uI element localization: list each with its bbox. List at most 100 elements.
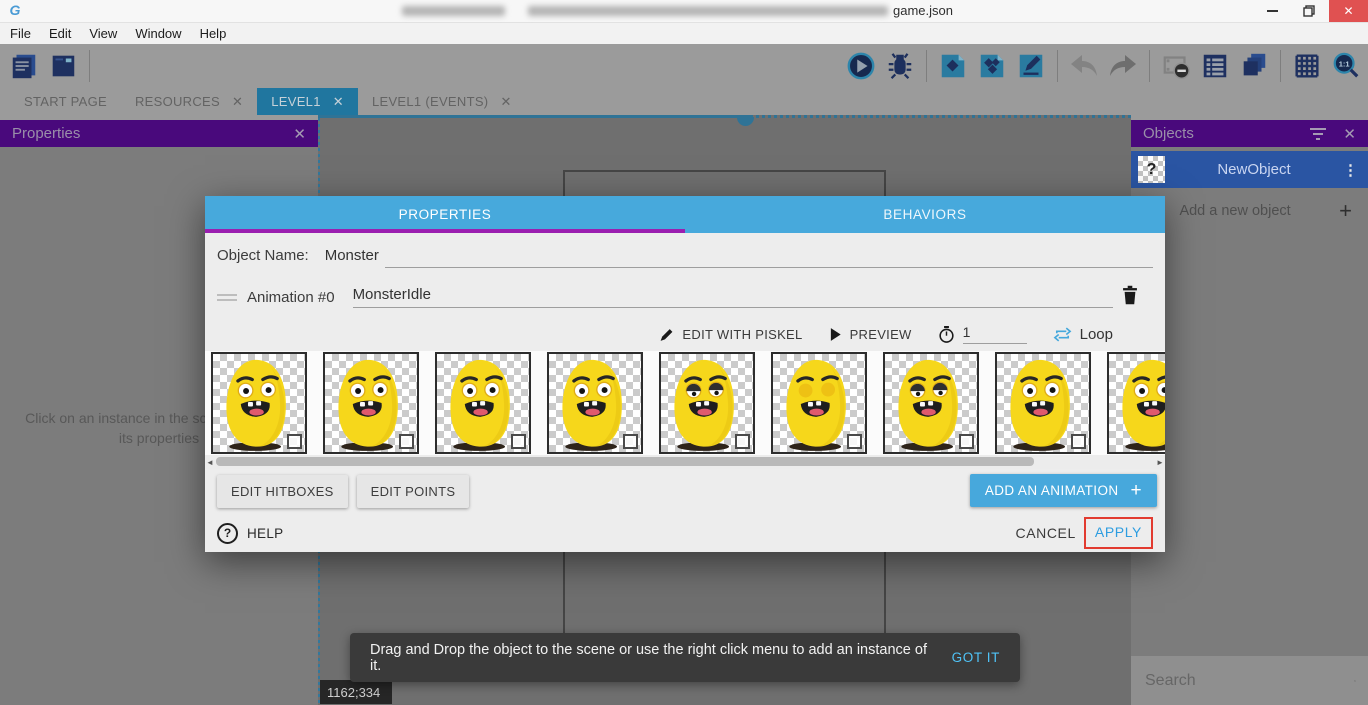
instances-list-icon[interactable] (1199, 50, 1231, 82)
dialog-tab-properties[interactable]: PROPERTIES (205, 196, 685, 233)
tab-close-icon[interactable]: ✕ (232, 94, 243, 110)
frame-checkbox[interactable] (623, 434, 638, 449)
frame-checkbox[interactable] (735, 434, 750, 449)
scrollbar-thumb[interactable] (216, 457, 1034, 466)
menu-edit[interactable]: Edit (47, 26, 81, 41)
objects-search-bar (1131, 656, 1368, 705)
animation-frame[interactable] (659, 352, 755, 454)
frame-checkbox[interactable] (847, 434, 862, 449)
object-list-item[interactable]: ? NewObject ⋮ (1131, 151, 1368, 188)
edit-points-button[interactable]: EDIT POINTS (357, 475, 470, 508)
menu-file[interactable]: File (8, 26, 41, 41)
restore-button[interactable] (1293, 0, 1325, 22)
got-it-button[interactable]: GOT IT (952, 650, 1000, 665)
active-tab-indicator (205, 229, 685, 233)
properties-close-icon[interactable]: ✕ (293, 125, 306, 143)
publish-icon[interactable] (976, 50, 1008, 82)
tabbar: START PAGE RESOURCES ✕ LEVEL1 ✕ LEVEL1 (EV… (0, 88, 1368, 115)
delete-animation-button[interactable] (1121, 285, 1139, 310)
edit-with-piskel-button[interactable]: EDIT WITH PISKEL (659, 327, 802, 342)
scene-border-top (318, 115, 750, 118)
objects-search-input[interactable] (1143, 671, 1354, 691)
dialog-footer: ? HELP CANCEL APPLY (205, 514, 1165, 552)
edit-with-piskel-label: EDIT WITH PISKEL (682, 327, 802, 342)
object-editor-dialog: PROPERTIES BEHAVIORS Object Name: Monste… (205, 196, 1165, 552)
close-button[interactable]: ✕ (1329, 0, 1368, 22)
frames-scrollbar[interactable]: ◄ ► (205, 455, 1165, 469)
debug-icon[interactable] (884, 50, 916, 82)
start-page-icon[interactable] (47, 50, 79, 82)
layers-icon[interactable] (1238, 50, 1270, 82)
tab-label: LEVEL1 (271, 94, 321, 109)
menu-window[interactable]: Window (133, 26, 191, 41)
help-icon: ? (217, 523, 238, 544)
mask-icon[interactable] (1160, 50, 1192, 82)
question-mark-icon: ? (1147, 161, 1157, 179)
animation-frame[interactable] (1107, 352, 1165, 454)
minimize-icon (1267, 10, 1278, 12)
scene-border-top-dashed (750, 115, 1131, 118)
undo-icon[interactable] (1068, 50, 1100, 82)
cancel-button[interactable]: CANCEL (1015, 525, 1075, 541)
grid-icon[interactable] (1291, 50, 1323, 82)
tab-start-page[interactable]: START PAGE (10, 88, 121, 115)
tab-close-icon[interactable]: ✕ (333, 94, 344, 110)
tab-resources[interactable]: RESOURCES ✕ (121, 88, 257, 115)
animation-frame[interactable] (547, 352, 643, 454)
animation-frame[interactable] (771, 352, 867, 454)
minimize-button[interactable] (1256, 0, 1288, 22)
frame-checkbox[interactable] (511, 434, 526, 449)
apply-button[interactable]: APPLY (1095, 524, 1142, 540)
loop-icon (1053, 326, 1072, 343)
dialog-tab-behaviors[interactable]: BEHAVIORS (685, 196, 1165, 233)
toolbar-separator (89, 50, 90, 82)
animation-frame[interactable] (883, 352, 979, 454)
scroll-right-icon[interactable]: ► (1155, 455, 1165, 469)
object-menu-icon[interactable]: ⋮ (1343, 161, 1358, 179)
object-name-value[interactable]: Monster (325, 247, 379, 264)
tab-close-icon[interactable]: ✕ (500, 94, 511, 110)
tab-label: RESOURCES (135, 94, 220, 109)
zoom-1-1-icon[interactable]: 1:1 (1330, 50, 1362, 82)
objects-close-icon[interactable]: ✕ (1343, 125, 1356, 143)
help-button[interactable]: ? HELP (217, 523, 1015, 544)
restore-icon (1303, 5, 1315, 17)
time-between-frames[interactable]: 1 (938, 324, 1027, 344)
drag-handle-icon[interactable] (217, 291, 237, 304)
play-icon[interactable] (845, 50, 877, 82)
objects-panel-title: Objects (1143, 125, 1309, 142)
tab-level1[interactable]: LEVEL1 ✕ (257, 88, 358, 115)
menu-view[interactable]: View (87, 26, 127, 41)
add-animation-button[interactable]: ADD AN ANIMATION + (970, 474, 1157, 507)
frame-checkbox[interactable] (1071, 434, 1086, 449)
object-name-field-label: Object Name: (217, 247, 309, 264)
menu-help[interactable]: Help (198, 26, 237, 41)
frame-checkbox[interactable] (959, 434, 974, 449)
add-object-row[interactable]: Add a new object + (1131, 196, 1368, 226)
toolbar-separator (926, 50, 927, 82)
frame-checkbox[interactable] (287, 434, 302, 449)
animation-index-label: Animation #0 (247, 289, 335, 306)
edit-scene-icon[interactable] (1015, 50, 1047, 82)
pencil-icon (659, 327, 674, 342)
animation-name-input[interactable]: MonsterIdle (353, 286, 1113, 308)
project-manager-icon[interactable] (8, 50, 40, 82)
export-icon[interactable] (937, 50, 969, 82)
add-animation-label: ADD AN ANIMATION (985, 483, 1119, 498)
scroll-left-icon[interactable]: ◄ (205, 455, 215, 469)
redo-icon[interactable] (1107, 50, 1139, 82)
tab-level1-events[interactable]: LEVEL1 (EVENTS)✕ (358, 88, 526, 115)
preview-button[interactable]: PREVIEW (829, 327, 912, 342)
time-value-input[interactable]: 1 (963, 324, 1027, 344)
animation-frame[interactable] (995, 352, 1091, 454)
filter-icon[interactable] (1309, 127, 1327, 141)
animation-frame[interactable] (435, 352, 531, 454)
animation-frame[interactable] (211, 352, 307, 454)
timer-icon (938, 325, 955, 344)
edit-hitboxes-button[interactable]: EDIT HITBOXES (217, 475, 348, 508)
add-object-plus-icon[interactable]: + (1339, 198, 1352, 224)
frame-checkbox[interactable] (399, 434, 414, 449)
menubar: File Edit View Window Help (0, 23, 1368, 44)
animation-frame[interactable] (323, 352, 419, 454)
loop-toggle[interactable]: Loop (1053, 326, 1113, 343)
